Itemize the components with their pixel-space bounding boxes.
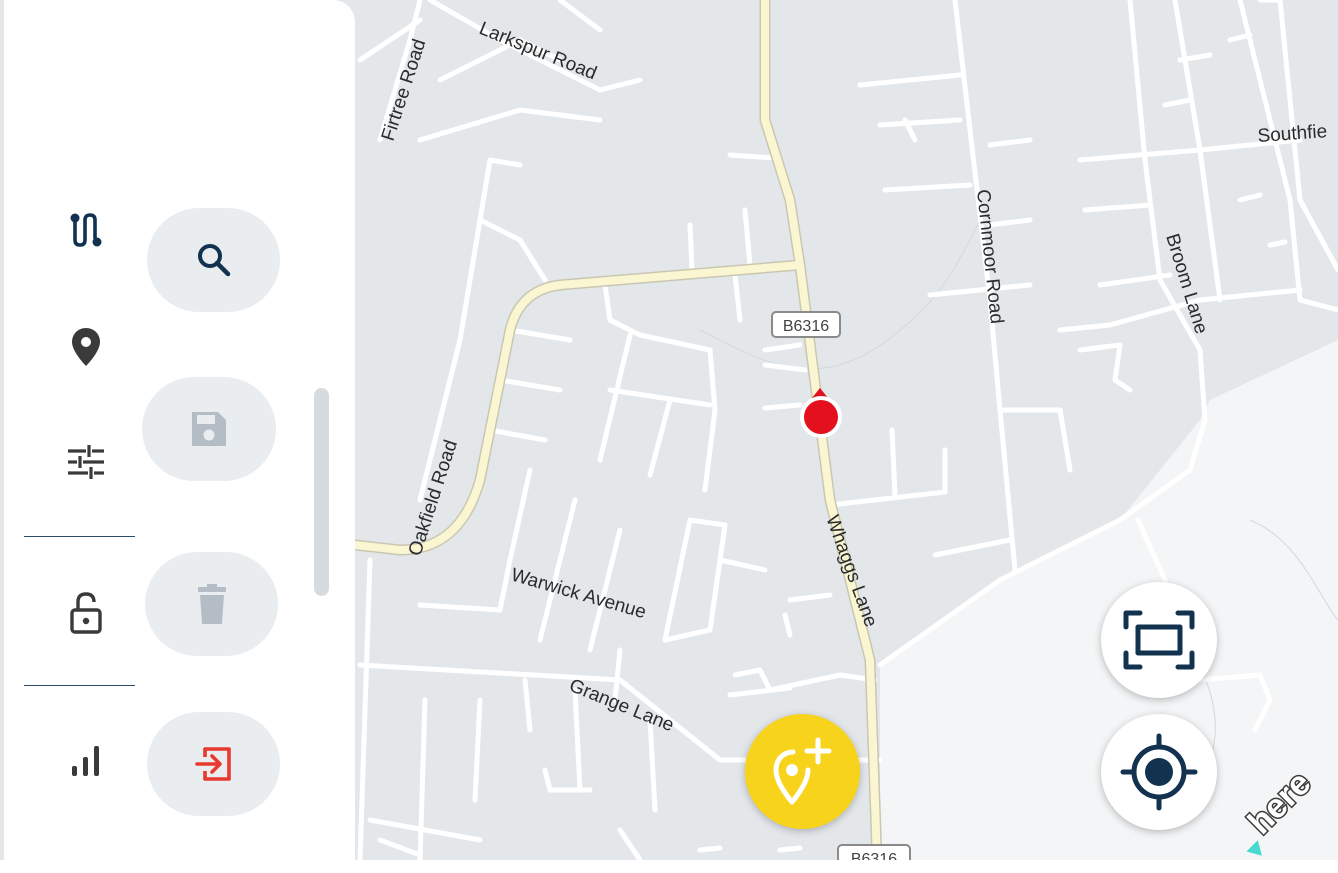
location-pin-icon[interactable]	[56, 316, 116, 376]
delete-button[interactable]	[145, 552, 278, 656]
my-location-icon	[1120, 733, 1198, 811]
svg-text:B6316: B6316	[851, 851, 897, 860]
road-shield-bottom: B6316	[837, 844, 911, 860]
search-icon	[197, 244, 230, 277]
road-shield: B6316	[771, 311, 841, 338]
fit-screen-icon	[1123, 610, 1195, 670]
delete-icon	[197, 584, 226, 624]
save-button[interactable]	[142, 377, 276, 481]
save-icon	[192, 412, 226, 446]
search-button[interactable]	[147, 208, 280, 312]
add-location-icon	[772, 737, 831, 804]
sidebar	[4, 0, 355, 873]
svg-text:B6316: B6316	[783, 318, 829, 335]
sliders-icon[interactable]	[56, 432, 116, 492]
fit-view-button[interactable]	[1101, 582, 1217, 698]
sidebar-scrollbar[interactable]	[314, 388, 329, 596]
signal-bars-icon[interactable]	[56, 730, 116, 790]
nav-divider-2	[24, 685, 135, 686]
exit-icon	[194, 747, 231, 781]
exit-button[interactable]	[147, 712, 280, 816]
unlock-icon[interactable]	[56, 582, 116, 642]
nav-divider	[24, 536, 135, 537]
add-place-button[interactable]	[745, 714, 860, 829]
my-location-button[interactable]	[1101, 714, 1217, 830]
route-icon[interactable]	[56, 200, 116, 260]
